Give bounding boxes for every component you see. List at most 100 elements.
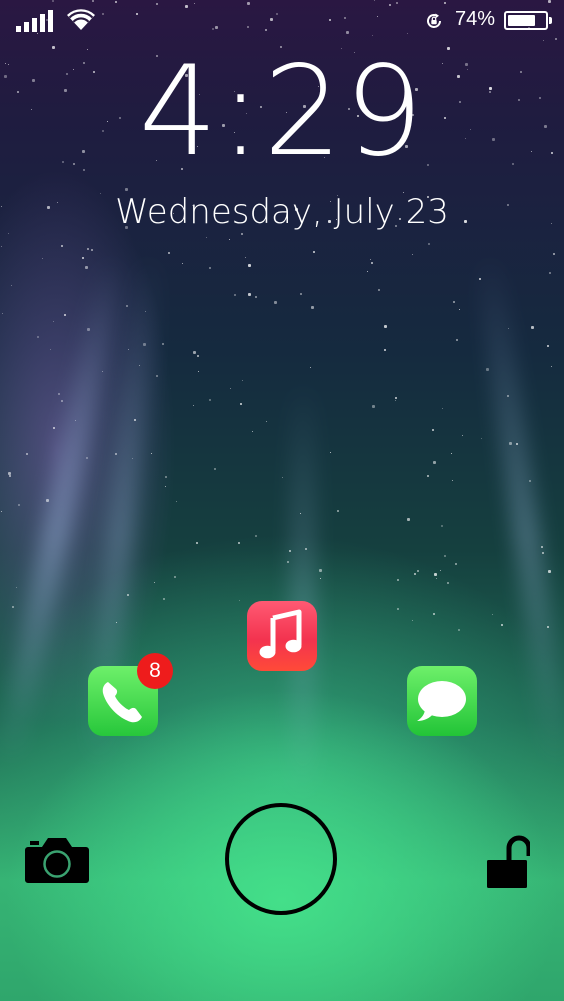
star	[238, 542, 240, 544]
star	[248, 264, 251, 267]
star	[300, 513, 301, 514]
star	[1, 246, 2, 247]
star	[75, 420, 76, 421]
star	[548, 570, 551, 573]
star	[486, 368, 489, 371]
star	[86, 457, 88, 459]
star	[412, 254, 413, 255]
star	[397, 579, 399, 581]
star	[432, 429, 434, 431]
star	[163, 598, 165, 600]
status-bar: 74%	[0, 0, 564, 40]
star	[165, 486, 166, 487]
star	[551, 366, 552, 367]
star	[516, 443, 518, 445]
star	[508, 328, 509, 329]
message-bubble-icon	[417, 681, 466, 721]
star	[229, 239, 230, 240]
star	[501, 624, 503, 626]
star	[239, 600, 240, 601]
star	[255, 535, 257, 537]
star	[145, 311, 146, 312]
star	[529, 480, 531, 482]
star	[126, 305, 128, 307]
star	[266, 421, 267, 422]
star	[85, 266, 88, 269]
star	[287, 561, 289, 563]
star	[209, 267, 211, 269]
star	[64, 314, 66, 316]
star	[481, 438, 482, 439]
star	[456, 339, 458, 341]
star	[436, 578, 437, 579]
rotation-lock-icon	[427, 13, 441, 28]
star	[154, 582, 155, 583]
wifi-icon	[67, 9, 95, 31]
star	[198, 371, 199, 372]
star	[452, 480, 453, 481]
star	[313, 251, 315, 253]
star	[319, 569, 322, 572]
star	[206, 237, 207, 238]
star	[87, 328, 90, 331]
star	[42, 258, 43, 259]
star	[372, 405, 375, 408]
star	[50, 349, 51, 350]
star	[428, 243, 430, 245]
star	[337, 510, 339, 512]
star	[102, 371, 103, 372]
star	[444, 555, 446, 557]
lock-screen: 74% 4:29 Wednesday, July 23 8	[0, 0, 564, 1001]
star	[547, 345, 549, 347]
star	[176, 501, 177, 502]
star	[255, 296, 257, 298]
star	[417, 570, 419, 572]
star	[139, 365, 140, 366]
star	[1, 511, 2, 512]
star	[58, 393, 60, 395]
phone-app-icon[interactable]: 8	[88, 653, 173, 736]
lock-screen-date: Wednesday, July 23	[115, 192, 449, 232]
lock-screen-time: 4:29	[138, 40, 426, 184]
star	[53, 321, 54, 322]
star	[193, 405, 194, 406]
unlock-icon[interactable]	[486, 834, 530, 890]
star	[543, 40, 544, 41]
star	[134, 419, 136, 421]
battery-level	[508, 15, 535, 26]
star	[553, 253, 555, 255]
star	[214, 468, 216, 470]
star	[433, 461, 436, 464]
star	[12, 606, 14, 608]
star	[26, 453, 28, 455]
star	[274, 301, 277, 304]
messages-app-icon[interactable]	[407, 666, 477, 736]
camera-icon[interactable]	[24, 835, 90, 885]
star	[441, 525, 443, 527]
star	[442, 408, 443, 409]
star	[462, 435, 463, 436]
star	[458, 629, 460, 631]
star	[300, 293, 302, 295]
star	[531, 326, 534, 329]
star	[371, 262, 373, 264]
star	[162, 343, 164, 345]
star	[174, 576, 176, 578]
music-app-icon[interactable]	[247, 601, 317, 671]
home-ring[interactable]	[225, 803, 337, 915]
star	[310, 367, 311, 368]
battery-percent: 74%	[455, 8, 496, 30]
star	[230, 388, 231, 389]
star	[125, 188, 128, 191]
music-note-icon	[259, 609, 302, 659]
star	[132, 458, 133, 459]
star	[455, 563, 457, 565]
star	[168, 252, 170, 254]
star	[127, 594, 129, 596]
star	[116, 622, 117, 623]
star	[320, 578, 321, 579]
battery-icon	[504, 11, 552, 30]
star	[451, 453, 452, 454]
star	[384, 349, 386, 351]
star	[197, 355, 199, 357]
